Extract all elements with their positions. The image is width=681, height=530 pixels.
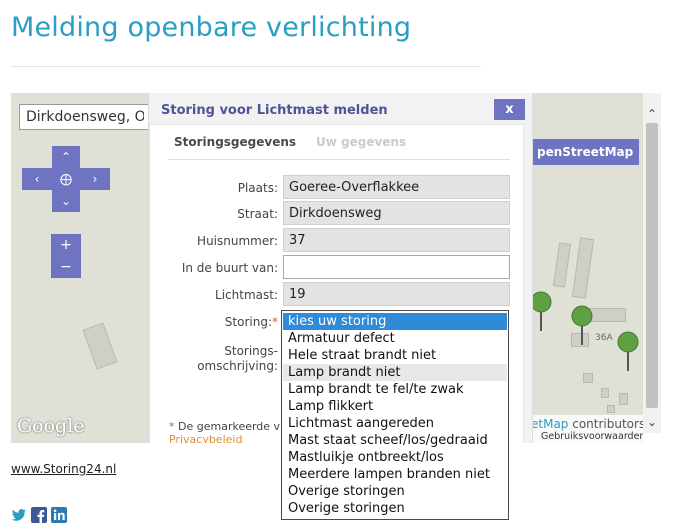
straat-field[interactable] — [283, 201, 510, 225]
huisnummer-label: Huisnummer: — [197, 234, 278, 248]
storing-select-dropdown[interactable]: kies uw storing Armatuur defect Hele str… — [281, 310, 509, 520]
tab-divider — [168, 159, 510, 160]
scroll-up-arrow-icon[interactable]: ⌃ — [645, 107, 659, 121]
map-building — [82, 322, 118, 370]
dialog-close-button[interactable]: x — [494, 99, 525, 120]
storing-option[interactable]: Mastluikje ontbreekt/los — [283, 449, 507, 466]
pan-left-button[interactable]: ‹ — [22, 168, 52, 190]
map-building — [607, 405, 615, 413]
in-de-buurt-van-label: In de buurt van: — [181, 261, 278, 275]
dialog-title: Storing voor Lichtmast melden — [161, 103, 388, 118]
zoom-out-button[interactable]: − — [51, 256, 81, 278]
tab-storingsgegevens[interactable]: Storingsgegevens — [174, 135, 296, 149]
facebook-icon[interactable] — [31, 507, 47, 523]
linkedin-icon[interactable] — [51, 507, 67, 523]
storing-label-text: Storing: — [224, 315, 272, 329]
zoom-in-button[interactable]: + — [51, 234, 81, 256]
left-arrow-icon: ‹ — [34, 172, 40, 186]
storing-option[interactable]: Hele straat brandt niet — [283, 347, 507, 364]
title-divider — [11, 66, 481, 67]
tab-uw-gegevens[interactable]: Uw gegevens — [316, 135, 406, 149]
site-link[interactable]: www.Storing24.nl — [11, 462, 116, 476]
map-attribution: etMap contributors Gebruiksvoorwaarden — [521, 415, 643, 443]
map-pan-control: ⌃ ‹ ⨁ › ⌄ — [22, 146, 110, 212]
privacy-link[interactable]: Privacybeleid — [169, 433, 242, 443]
storingsomschrijving-label-1: Storings- — [224, 344, 278, 358]
lichtmast-field[interactable] — [283, 282, 510, 306]
plaats-label: Plaats: — [237, 181, 278, 195]
storing-label: Storing:* — [168, 315, 278, 329]
map-building — [571, 237, 595, 299]
map-building — [583, 373, 593, 383]
google-logo: Google — [17, 415, 85, 437]
storing-option[interactable]: Overige storingen — [283, 500, 507, 517]
map-pin-icon[interactable] — [615, 331, 641, 371]
required-mark: * — [272, 315, 278, 329]
required-note-mark: * — [169, 420, 175, 433]
storing-option[interactable]: Lichtmast aangereden — [283, 415, 507, 432]
map-search-input[interactable] — [19, 104, 151, 130]
map-building — [601, 388, 609, 398]
storing-option[interactable]: Lamp brandt niet — [283, 364, 507, 381]
storing-option[interactable]: Lamp flikkert — [283, 398, 507, 415]
huisnummer-field[interactable] — [283, 228, 510, 252]
scroll-down-arrow-icon[interactable]: ⌄ — [645, 415, 659, 429]
crosshair-icon: ⨁ — [60, 172, 72, 186]
up-arrow-icon: ⌃ — [60, 150, 72, 164]
straat-label: Straat: — [237, 207, 278, 221]
terms-link[interactable]: Gebruiksvoorwaarden — [541, 431, 643, 442]
storing-option[interactable]: Overige storingen — [283, 483, 507, 500]
storing-option[interactable]: kies uw storing — [283, 313, 507, 330]
pan-down-button[interactable]: ⌄ — [52, 190, 80, 212]
pan-up-button[interactable]: ⌃ — [52, 146, 80, 168]
required-note-text: De gemarkeerde v — [178, 420, 281, 433]
storing-option[interactable]: Mast staat scheef/los/gedraaid — [283, 432, 507, 449]
scrollbar-thumb[interactable] — [646, 123, 658, 408]
storingsomschrijving-label-2: omschrijving: — [197, 359, 278, 373]
page-title: Melding openbare verlichting — [11, 12, 412, 43]
openstreetmap-button[interactable]: penStreetMap — [523, 139, 639, 165]
map-pin-icon[interactable] — [569, 305, 595, 345]
storing-option[interactable]: Armatuur defect — [283, 330, 507, 347]
twitter-icon[interactable] — [11, 507, 27, 523]
lichtmast-label: Lichtmast: — [215, 288, 278, 302]
right-arrow-icon: › — [92, 172, 98, 186]
in-de-buurt-van-field[interactable] — [283, 255, 510, 279]
pan-center-button[interactable]: ⨁ — [52, 168, 80, 190]
attribution-text: contributors — [568, 417, 643, 431]
map-building — [552, 242, 572, 288]
storing-option[interactable]: Lamp brandt te fel/te zwak — [283, 381, 507, 398]
map-house-number: 36A — [595, 333, 613, 343]
storing-option[interactable]: Meerdere lampen branden niet — [283, 466, 507, 483]
required-note: * De gemarkeerde v — [169, 420, 280, 433]
map-building — [619, 393, 628, 405]
page-scrollbar[interactable]: ⌃ ⌄ — [643, 93, 661, 433]
attribution-link[interactable]: etMap — [531, 417, 568, 431]
plaats-field[interactable] — [283, 175, 510, 199]
pan-right-button[interactable]: › — [80, 168, 110, 190]
down-arrow-icon: ⌄ — [60, 194, 72, 208]
